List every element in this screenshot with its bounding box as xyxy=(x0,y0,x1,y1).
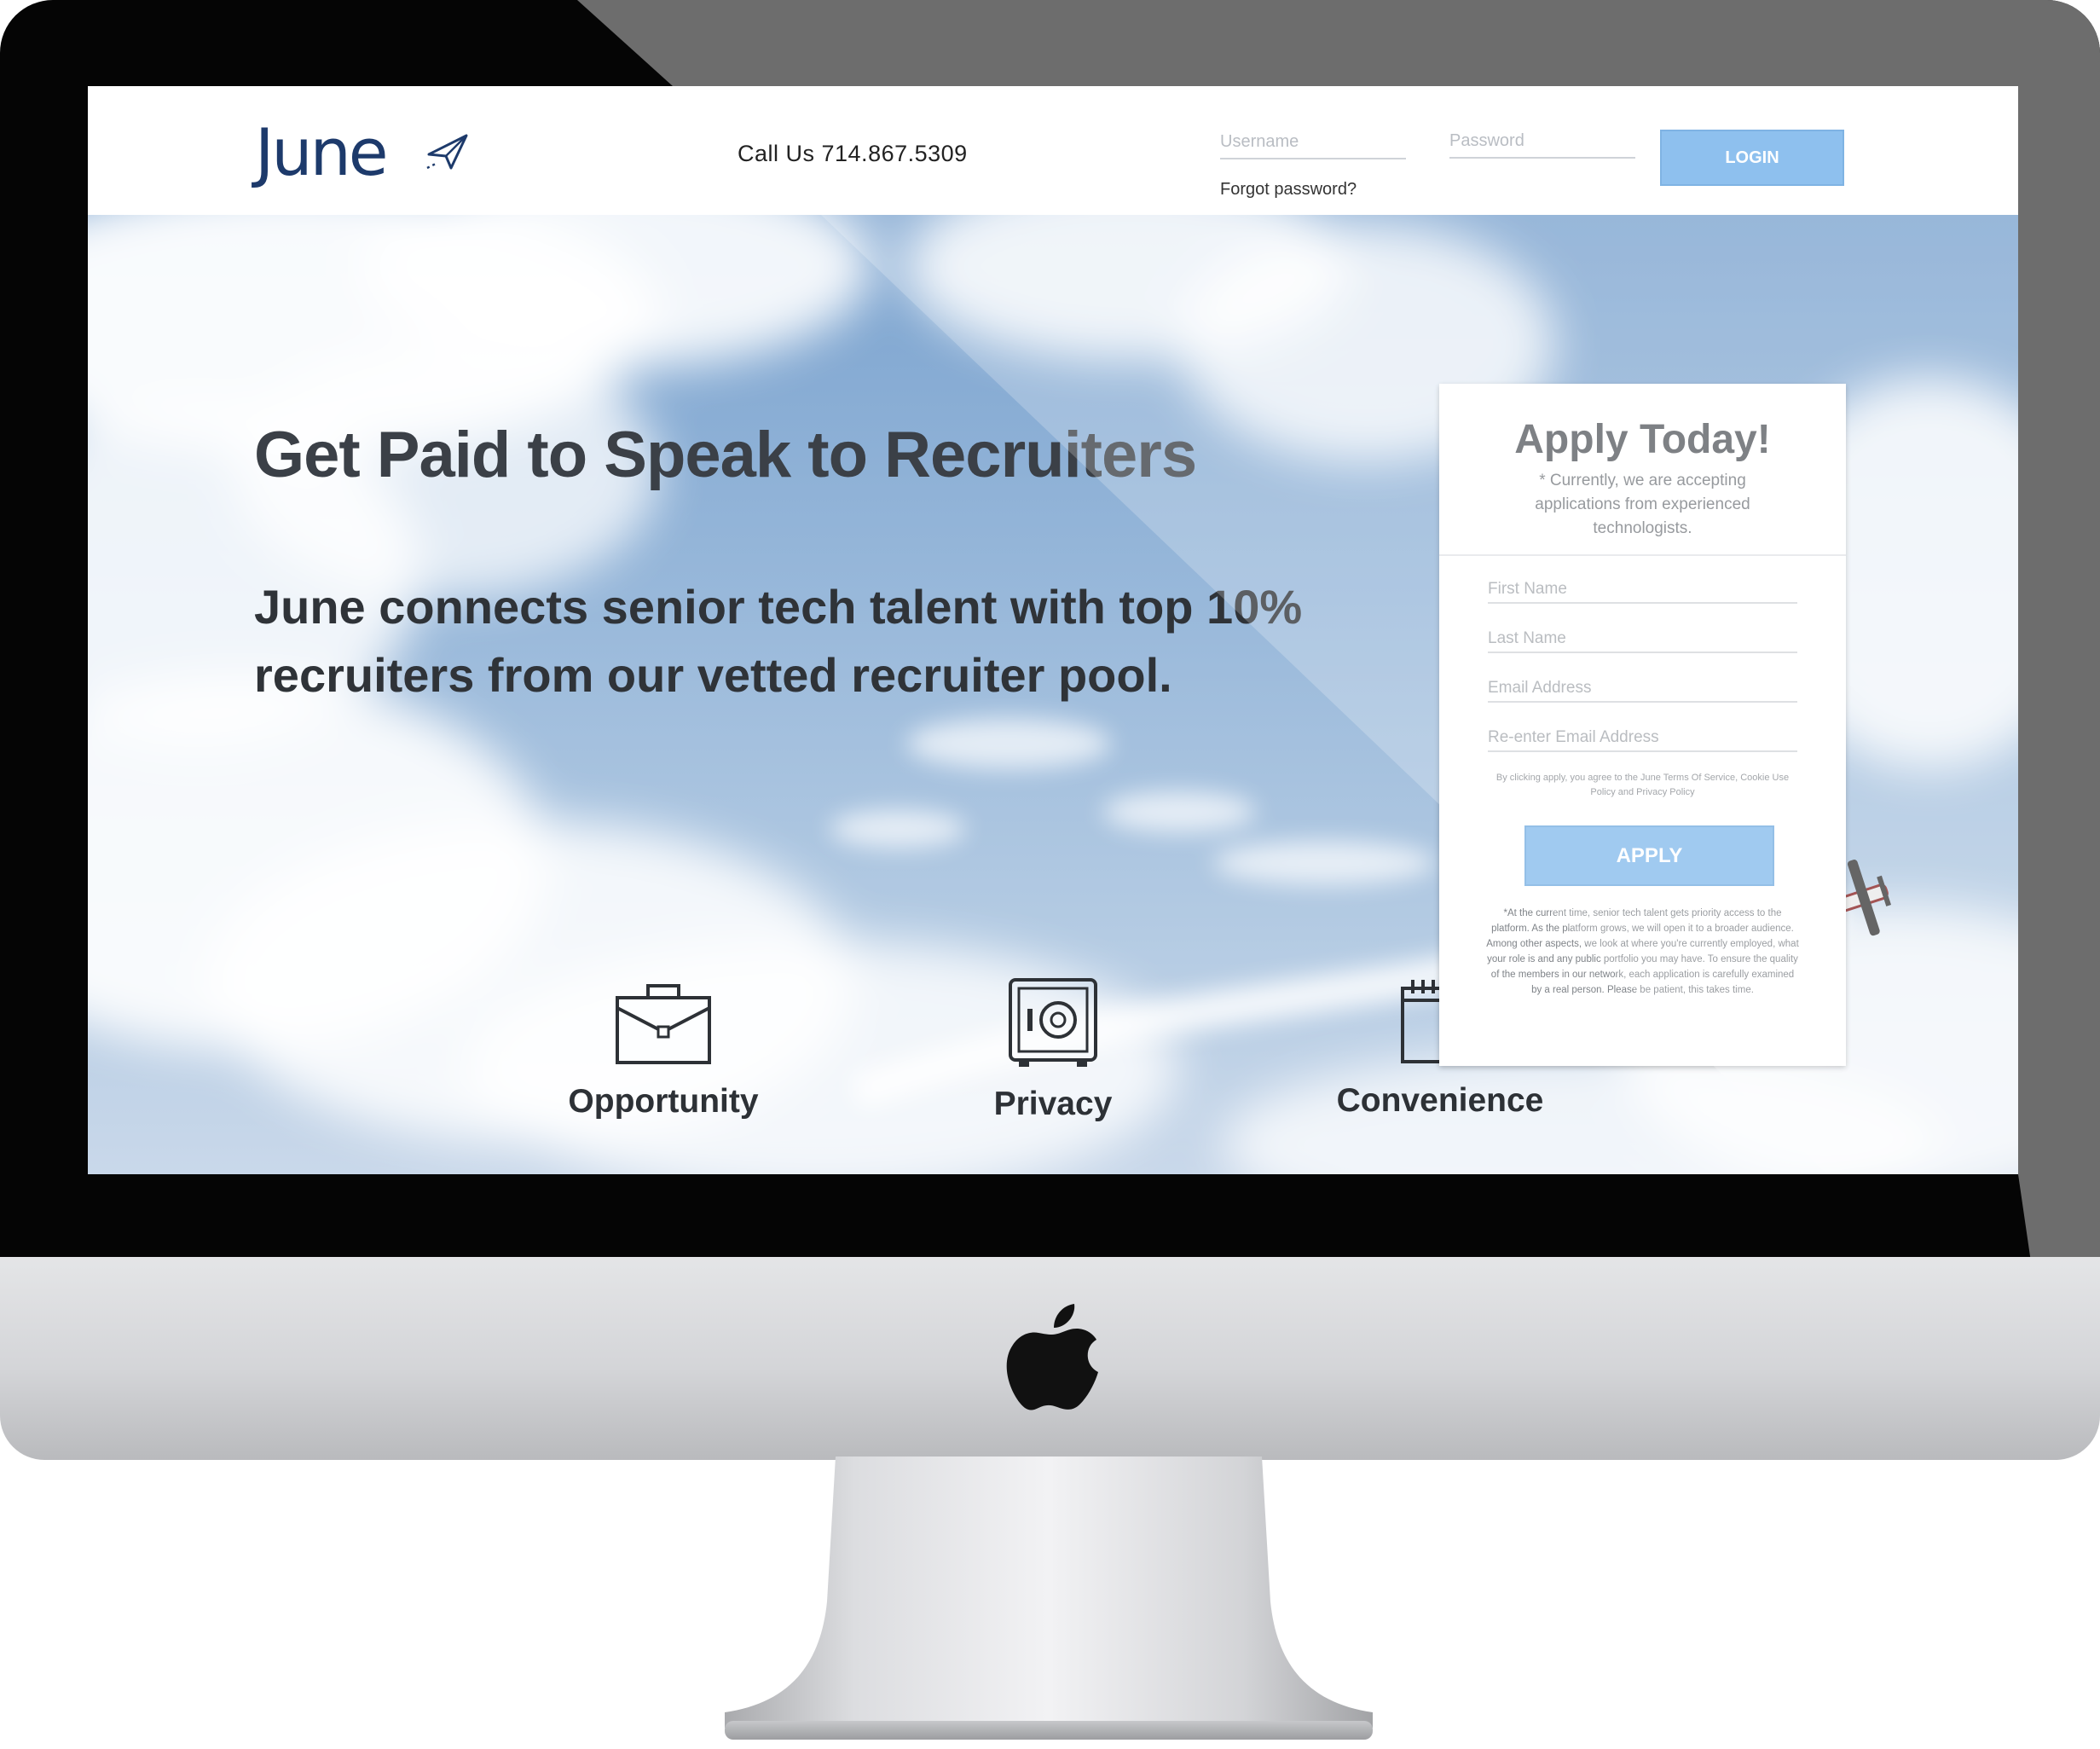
terms-text: By clicking apply, you agree to the June… xyxy=(1495,773,1790,797)
screen: June Call Us 714.867.5309 Username Passw… xyxy=(88,86,2018,1174)
phone-number[interactable]: Call Us 714.867.5309 xyxy=(738,141,968,167)
email-input[interactable]: Email Address xyxy=(1488,675,1797,703)
monitor-stand xyxy=(725,1457,1373,1740)
hero-headline: Get Paid to Speak to Recruiters xyxy=(254,419,1197,491)
username-input[interactable]: Username xyxy=(1220,127,1406,159)
login-button[interactable]: LOGIN xyxy=(1660,130,1844,186)
confirm-email-input[interactable]: Re-enter Email Address xyxy=(1488,725,1797,752)
apply-card-title: Apply Today! xyxy=(1514,417,1771,462)
first-name-input[interactable]: First Name xyxy=(1488,576,1797,604)
hero-section: Get Paid to Speak to Recruiters June con… xyxy=(88,215,2018,1174)
feature-label-opportunity: Opportunity xyxy=(568,1083,759,1120)
monitor-bezel: June Call Us 714.867.5309 Username Passw… xyxy=(0,0,2100,1262)
fine-print: *At the current time, senior tech talent… xyxy=(1486,908,1799,995)
safe-icon xyxy=(1009,978,1097,1067)
apple-logo-icon xyxy=(1006,1304,1098,1410)
paper-plane-icon xyxy=(426,134,468,170)
briefcase-icon xyxy=(616,984,711,1064)
password-input[interactable]: Password xyxy=(1449,126,1635,159)
logo-wordmark: June xyxy=(255,114,389,190)
apply-card: Apply Today! * Currently, we are accepti… xyxy=(1439,384,1846,1066)
apply-button[interactable]: APPLY xyxy=(1524,825,1774,886)
card-divider xyxy=(1439,554,1846,556)
forgot-password-link[interactable]: Forgot password? xyxy=(1220,180,1357,200)
top-nav: June Call Us 714.867.5309 Username Passw… xyxy=(88,86,2018,215)
feature-label-privacy: Privacy xyxy=(993,1086,1113,1122)
hero-subheadline: June connects senior tech talent with to… xyxy=(254,580,1303,702)
feature-label-convenience: Convenience xyxy=(1336,1082,1544,1119)
apply-card-note: * Currently, we are accepting applicatio… xyxy=(1535,472,1750,537)
june-logo[interactable]: June xyxy=(255,119,468,187)
last-name-input[interactable]: Last Name xyxy=(1488,626,1797,653)
feature-privacy: Privacy xyxy=(917,976,1189,1123)
feature-opportunity: Opportunity xyxy=(527,982,800,1121)
